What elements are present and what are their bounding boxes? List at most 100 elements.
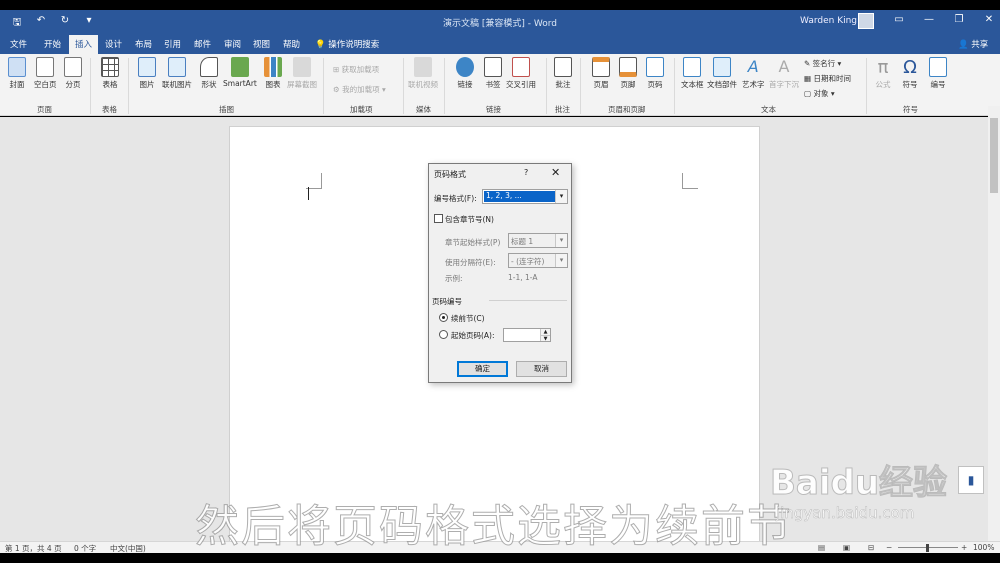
separator-value: - (连字符) (511, 257, 545, 266)
tab-help[interactable]: 帮助 (283, 38, 300, 50)
spin-down-icon[interactable]: ▼ (540, 335, 550, 342)
zoom-out-icon[interactable]: − (886, 543, 892, 552)
number-format-select[interactable]: 1, 2, 3, ... ▾ (482, 189, 568, 204)
signature-line-button[interactable]: ✎ 签名行 ▾ (804, 58, 841, 69)
chapter-style-select[interactable]: 标题 1 ▾ (508, 233, 568, 248)
equation-button[interactable]: π 公式 (874, 57, 892, 90)
minimize-icon[interactable]: — (914, 14, 944, 25)
cover-page-button[interactable]: 封面 (8, 57, 26, 90)
camera-icon (293, 57, 311, 77)
tab-file[interactable]: 文件 (10, 38, 27, 50)
header-button[interactable]: 页眉 (592, 57, 610, 90)
date-time-label: 日期和时间 (813, 74, 851, 83)
start-at-radio[interactable] (439, 330, 448, 339)
include-chapter-label[interactable]: 包含章节号(N) (445, 214, 494, 225)
start-at-spinner[interactable]: ▲ ▼ (503, 328, 551, 342)
zoom-level[interactable]: 100% (973, 543, 994, 552)
page-numbering-heading: 页码编号 (432, 297, 462, 306)
bookmark-button[interactable]: 书签 (484, 57, 502, 90)
tell-me-label: 操作说明搜索 (328, 40, 380, 50)
chevron-down-icon[interactable]: ▾ (555, 254, 567, 267)
blank-page-label: 空白页 (34, 80, 57, 89)
shapes-button[interactable]: 形状 (200, 57, 218, 90)
chevron-down-icon[interactable]: ▾ (555, 234, 567, 247)
table-button[interactable]: 表格 (101, 57, 119, 90)
divider (90, 58, 91, 114)
number-button[interactable]: 编号 (929, 57, 947, 90)
footer-button[interactable]: 页脚 (619, 57, 637, 90)
include-chapter-checkbox[interactable] (434, 214, 443, 223)
separator-label: 使用分隔符(E): (445, 258, 496, 267)
divider (866, 58, 867, 114)
ok-button[interactable]: 确定 (457, 361, 508, 377)
object-label: 对象 (813, 89, 829, 98)
tab-review[interactable]: 审阅 (224, 38, 241, 50)
drop-cap-button[interactable]: A 首字下沉 (769, 57, 799, 90)
page-number-button[interactable]: 页码 (646, 57, 664, 90)
tab-mailings[interactable]: 邮件 (194, 38, 211, 50)
read-mode-icon[interactable]: ▤ (818, 543, 825, 552)
share-button[interactable]: 👤 共享 (958, 38, 988, 50)
cross-reference-button[interactable]: 交叉引用 (506, 57, 536, 90)
separator-select[interactable]: - (连字符) ▾ (508, 253, 568, 268)
tab-view[interactable]: 视图 (253, 38, 270, 50)
group-symbols-label: 符号 (903, 105, 918, 114)
link-button[interactable]: 链接 (456, 57, 474, 90)
quick-parts-button[interactable]: 文档部件 (707, 57, 737, 90)
tab-references[interactable]: 引用 (164, 38, 181, 50)
tab-insert[interactable]: 插入 (69, 35, 99, 54)
online-video-label: 联机视频 (408, 80, 438, 89)
online-video-button[interactable]: 联机视频 (408, 57, 438, 90)
wordart-button[interactable]: A 艺术字 (742, 57, 765, 90)
smartart-button[interactable]: SmartArt (223, 57, 257, 88)
continue-label[interactable]: 续前节(C) (451, 313, 485, 324)
cover-page-icon (8, 57, 26, 77)
share-icon: 👤 (958, 40, 972, 50)
vertical-scrollbar[interactable] (988, 106, 1000, 541)
print-layout-icon[interactable]: ▣ (843, 543, 850, 552)
bookmark-float-button[interactable]: ▮ (958, 466, 984, 494)
zoom-slider-thumb[interactable] (926, 544, 929, 552)
screenshot-button[interactable]: 屏幕截图 (287, 57, 317, 90)
scrollbar-thumb[interactable] (990, 118, 998, 193)
film-icon (414, 57, 432, 77)
smartart-label: SmartArt (223, 79, 257, 88)
divider (674, 58, 675, 114)
bookmark-icon: ▮ (967, 473, 975, 487)
close-icon[interactable]: ✕ (974, 14, 1000, 25)
web-layout-icon[interactable]: ⊟ (868, 543, 874, 552)
blank-page-button[interactable]: 空白页 (34, 57, 57, 90)
restore-icon[interactable]: ❐ (944, 14, 974, 25)
lightbulb-icon: 💡 (315, 40, 329, 50)
online-picture-button[interactable]: 联机图片 (162, 57, 192, 90)
chevron-down-icon[interactable]: ▾ (555, 190, 567, 203)
page-break-button[interactable]: 分页 (64, 57, 82, 90)
cancel-button[interactable]: 取消 (516, 361, 567, 377)
get-addins-button[interactable]: ⊞ 获取加载项 (333, 64, 379, 75)
symbol-button[interactable]: Ω 符号 (901, 57, 919, 90)
textbox-button[interactable]: 文本框 (681, 57, 704, 90)
object-button[interactable]: ▢ 对象 ▾ (804, 88, 835, 99)
ribbon-display-icon[interactable]: ▭ (884, 14, 914, 25)
tab-design[interactable]: 设计 (105, 38, 122, 50)
page-number-format-dialog: 页码格式 ? ✕ 编号格式(F): 1, 2, 3, ... ▾ 包含章节号(N… (428, 163, 572, 383)
comment-button[interactable]: 批注 (554, 57, 572, 90)
tab-home[interactable]: 开始 (44, 38, 61, 50)
date-time-button[interactable]: ▦ 日期和时间 (804, 73, 851, 84)
user-name[interactable]: Warden King (800, 16, 857, 26)
tab-layout[interactable]: 布局 (135, 38, 152, 50)
tell-me-search[interactable]: 💡 操作说明搜索 (315, 38, 379, 50)
title-bar: 🖫 ↶ ↻ ▾ 演示文稿 [兼容模式] - Word Warden King ▭… (0, 10, 1000, 34)
help-icon[interactable]: ? (524, 168, 528, 177)
blank-page-icon (36, 57, 55, 77)
chart-button[interactable]: 图表 (264, 57, 282, 90)
picture-button[interactable]: 图片 (138, 57, 156, 90)
my-addins-button[interactable]: ⚙ 我的加载项 ▾ (333, 84, 386, 95)
close-icon[interactable]: ✕ (551, 166, 560, 179)
divider (444, 58, 445, 114)
continue-radio[interactable] (439, 313, 448, 322)
number-label: 编号 (930, 80, 946, 89)
zoom-in-icon[interactable]: + (961, 543, 967, 552)
start-at-label[interactable]: 起始页码(A): (451, 330, 495, 341)
avatar[interactable] (858, 13, 874, 29)
